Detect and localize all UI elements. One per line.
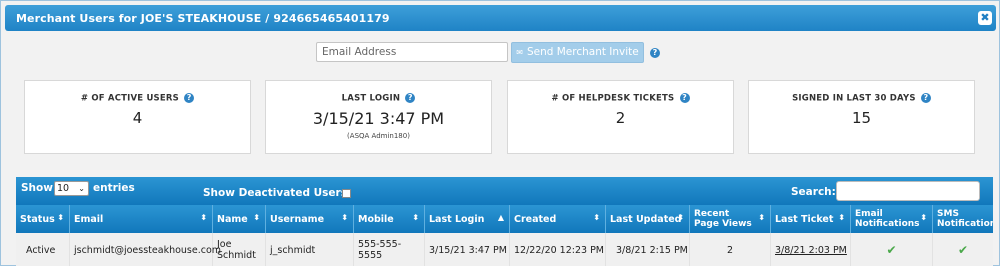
close-icon[interactable]: ✖ — [978, 11, 992, 25]
sort-icon: ⬍ — [341, 213, 348, 222]
column-header-created[interactable]: Created ⬍ — [510, 205, 606, 233]
stat-label: # OF HELPDESK TICKETS — [551, 93, 675, 104]
send-merchant-invite-button[interactable]: ✉ Send Merchant Invite — [511, 42, 644, 63]
chevron-down-icon: ⌄ — [78, 184, 85, 193]
cell-created: 12/22/20 12:23 PM — [510, 233, 606, 266]
stat-value: 4 — [132, 108, 143, 127]
help-icon[interactable]: ? — [405, 93, 416, 103]
email-address-input[interactable] — [316, 42, 508, 62]
column-header-email[interactable]: Email ⬍ — [70, 205, 213, 233]
stat-subtext: (ASQA Admin180) — [347, 131, 410, 140]
table-row[interactable]: Active jschmidt@joessteakhouse.com Joe S… — [16, 233, 993, 266]
sort-icon: ⬍ — [838, 213, 845, 222]
sort-icon: ⬍ — [677, 213, 684, 222]
stat-value: 3/15/21 3:47 PM — [312, 108, 445, 128]
last-ticket-link[interactable]: 3/8/21 2:03 PM — [775, 245, 847, 256]
column-header-name[interactable]: Name ⬍ — [213, 205, 266, 233]
stat-label: SIGNED IN LAST 30 DAYS — [792, 93, 916, 104]
help-icon[interactable]: ? — [920, 93, 931, 103]
sort-asc-icon: ▲ — [497, 213, 504, 222]
envelope-icon: ✉ — [516, 48, 523, 57]
invite-row: ✉Send Merchant Invite ? — [1, 42, 1000, 64]
stat-label: # OF ACTIVE USERS — [80, 93, 179, 104]
help-icon[interactable]: ? — [184, 93, 195, 103]
cell-email: jschmidt@joessteakhouse.com — [70, 233, 221, 266]
stat-card-last-login: LAST LOGIN ? 3/15/21 3:47 PM (ASQA Admin… — [265, 80, 492, 154]
sort-icon: ⬍ — [253, 213, 260, 222]
help-icon[interactable]: ? — [650, 48, 660, 58]
send-merchant-invite-label: Send Merchant Invite — [526, 46, 639, 58]
table-toolbar: Show 10 ⌄ entries Show Deactivated Users… — [16, 177, 993, 205]
cell-status: Active — [16, 233, 70, 266]
show-label: Show — [21, 182, 53, 194]
column-header-last-updated[interactable]: Last Updated ⬍ — [606, 205, 690, 233]
sort-icon: ⬍ — [57, 213, 64, 222]
search-label: Search: — [791, 186, 836, 198]
column-header-recent-page-views[interactable]: Recent Page Views ⬍ — [690, 205, 771, 233]
column-header-username[interactable]: Username ⬍ — [266, 205, 354, 233]
stat-label: LAST LOGIN — [341, 93, 401, 104]
sort-icon: ⬍ — [920, 213, 927, 222]
sort-icon: ⬍ — [593, 213, 600, 222]
sort-icon: ⬍ — [412, 213, 419, 222]
column-header-mobile[interactable]: Mobile ⬍ — [354, 205, 425, 233]
stat-value: 15 — [851, 108, 872, 127]
dialog-title: Merchant Users for JOE'S STEAKHOUSE / 92… — [16, 12, 390, 25]
sort-icon: ⬍ — [758, 213, 765, 222]
checkmark-icon: ✔ — [957, 243, 969, 257]
cell-name: Joe Schmidt — [213, 233, 266, 266]
stat-card-signed-in-30-days: SIGNED IN LAST 30 DAYS ? 15 — [748, 80, 975, 154]
entries-select-value: 10 — [57, 183, 70, 194]
cell-last-login: 3/15/21 3:47 PM — [425, 233, 510, 266]
column-header-last-ticket[interactable]: Last Ticket ⬍ — [771, 205, 851, 233]
search-input[interactable] — [836, 181, 980, 201]
cell-username: j_schmidt — [266, 233, 354, 266]
help-icon[interactable]: ? — [679, 93, 690, 103]
column-header-sms-notifications[interactable]: SMS Notifications — [933, 205, 993, 233]
users-table: Show 10 ⌄ entries Show Deactivated Users… — [16, 177, 993, 266]
cell-mobile: 555-555-5555 — [354, 233, 425, 266]
merchant-users-dialog: Merchant Users for JOE'S STEAKHOUSE / 92… — [0, 0, 1000, 266]
stat-card-helpdesk-tickets: # OF HELPDESK TICKETS ? 2 — [507, 80, 734, 154]
stat-value: 2 — [615, 108, 626, 127]
cell-last-updated: 3/8/21 2:15 PM — [606, 233, 690, 266]
show-deactivated-checkbox[interactable] — [342, 189, 351, 198]
checkmark-icon: ✔ — [886, 243, 897, 257]
column-header-last-login[interactable]: Last Login ▲ — [425, 205, 510, 233]
entries-select[interactable]: 10 ⌄ — [54, 181, 89, 196]
stat-card-active-users: # OF ACTIVE USERS ? 4 — [24, 80, 251, 154]
entries-label: entries — [93, 182, 135, 194]
table-header: Status ⬍ Email ⬍ Name ⬍ Username ⬍ Mobile ⬍ L… — [16, 205, 993, 233]
show-deactivated-label: Show Deactivated Users — [203, 187, 347, 199]
dialog-titlebar: Merchant Users for JOE'S STEAKHOUSE / 92… — [5, 5, 996, 31]
column-header-status[interactable]: Status ⬍ — [16, 205, 70, 233]
column-header-email-notifications[interactable]: Email Notifications ⬍ — [851, 205, 933, 233]
sort-icon: ⬍ — [200, 213, 207, 222]
cell-recent-page-views: 2 — [690, 233, 771, 266]
